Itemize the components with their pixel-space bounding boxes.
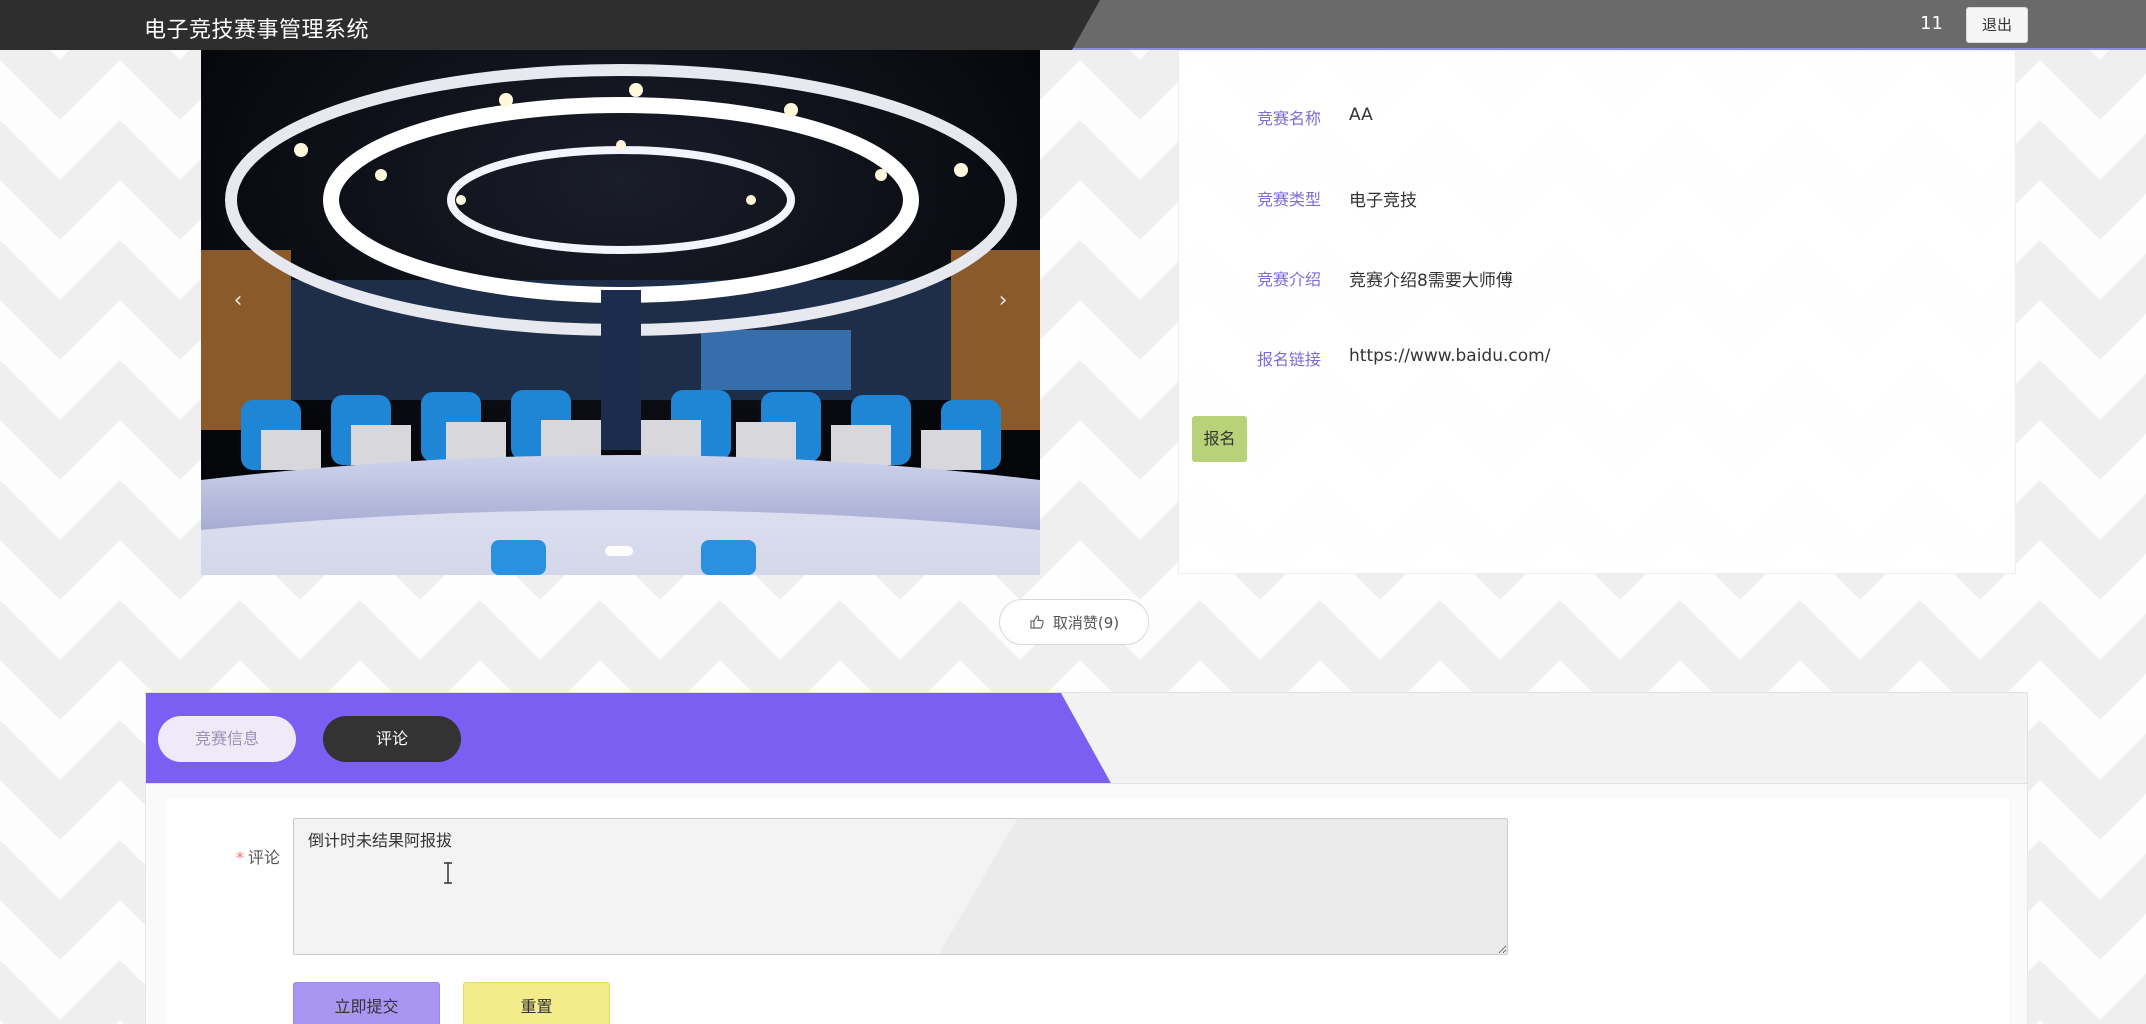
tab-comments[interactable]: 评论 <box>323 716 461 762</box>
esports-arena-image <box>201 50 1040 575</box>
type-value: 电子竞技 <box>1349 191 1417 211</box>
intro-value: 竞赛介绍8需要大师傅 <box>1349 271 1513 291</box>
info-row-intro: 竞赛介绍 竞赛介绍8需要大师傅 <box>1257 266 1513 291</box>
unlike-button[interactable]: 取消赞(9) <box>999 599 1149 645</box>
carousel-dot-active[interactable] <box>605 546 633 556</box>
required-mark: * <box>236 848 244 867</box>
detail-tabs: 竞赛信息 评论 <box>145 692 2028 784</box>
carousel-indicators <box>605 546 633 556</box>
app-title: 电子竞技赛事管理系统 <box>144 18 370 43</box>
submit-button[interactable]: 立即提交 <box>293 982 440 1024</box>
comment-form: * 评论 倒计时未结果阿报拔 立即提交 重置 <box>166 798 2009 1024</box>
type-label: 竞赛类型 <box>1257 190 1322 209</box>
info-row-link: 报名链接 https://www.baidu.com/ <box>1257 346 1550 370</box>
comment-field-label: * 评论 <box>236 844 280 868</box>
text-cursor-icon <box>444 862 452 884</box>
username[interactable]: 11 <box>1920 13 1943 34</box>
logout-button[interactable]: 退出 <box>1966 7 2028 43</box>
top-header: 电子竞技赛事管理系统 11 退出 <box>0 0 2146 50</box>
comment-label-text: 评论 <box>248 848 281 867</box>
competition-info-panel: 竞赛名称 AA 竞赛类型 电子竞技 竞赛介绍 竞赛介绍8需要大师傅 报名链接 h… <box>1178 50 2016 574</box>
info-row-type: 竞赛类型 电子竞技 <box>1257 186 1417 211</box>
comment-section: * 评论 倒计时未结果阿报拔 立即提交 重置 <box>145 784 2028 1024</box>
unlike-label: 取消赞(9) <box>1052 613 1120 632</box>
name-value: AA <box>1349 105 1373 125</box>
signup-button[interactable]: 报名 <box>1192 416 1247 462</box>
carousel-prev-arrow-icon[interactable]: ‹ <box>223 288 253 313</box>
reset-button[interactable]: 重置 <box>463 982 610 1024</box>
comment-textarea[interactable]: 倒计时未结果阿报拔 <box>293 818 1508 955</box>
carousel-next-arrow-icon[interactable]: › <box>988 288 1018 313</box>
link-label: 报名链接 <box>1257 350 1322 369</box>
intro-label: 竞赛介绍 <box>1257 270 1322 289</box>
info-row-name: 竞赛名称 AA <box>1257 105 1373 129</box>
thumbs-up-icon <box>1030 615 1044 629</box>
tab-competition-info[interactable]: 竞赛信息 <box>158 716 296 762</box>
link-value[interactable]: https://www.baidu.com/ <box>1349 346 1550 370</box>
image-carousel[interactable]: ‹ › <box>201 50 1040 575</box>
name-label: 竞赛名称 <box>1257 109 1322 128</box>
